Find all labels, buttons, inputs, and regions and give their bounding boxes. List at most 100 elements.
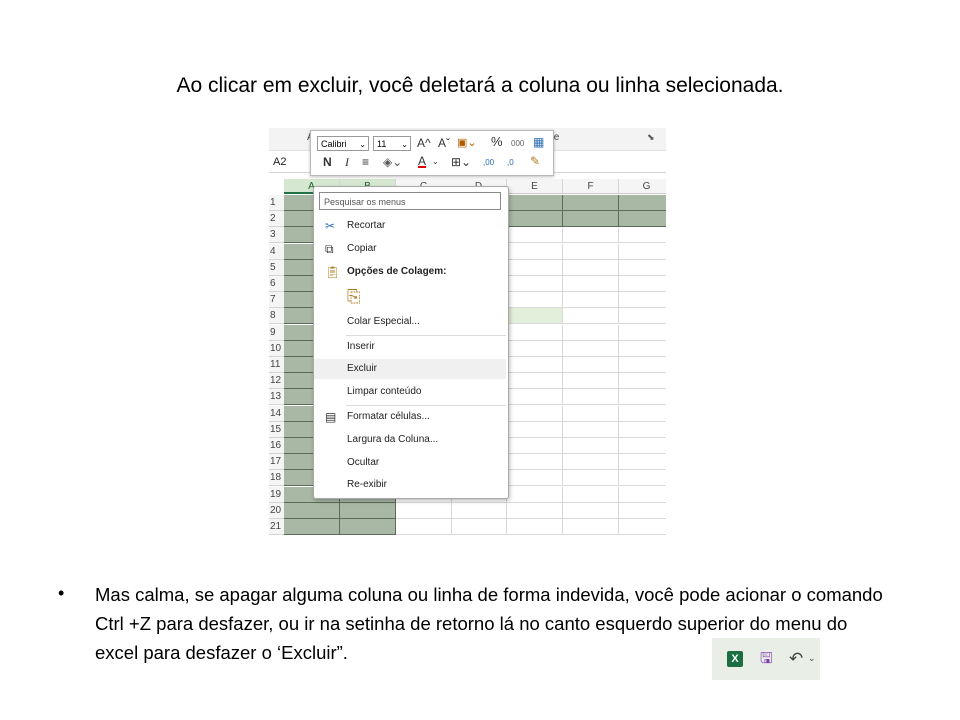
cell[interactable] bbox=[563, 276, 619, 292]
cell[interactable] bbox=[619, 244, 666, 260]
column-header-e[interactable]: E bbox=[507, 179, 563, 194]
row-header[interactable]: 17 bbox=[269, 454, 284, 470]
format-table-icon[interactable]: ▦ bbox=[533, 135, 544, 149]
cell[interactable] bbox=[563, 373, 619, 389]
cell[interactable] bbox=[563, 503, 619, 519]
cell[interactable] bbox=[619, 422, 666, 438]
cell[interactable] bbox=[507, 373, 563, 389]
column-header-g[interactable]: G bbox=[619, 179, 666, 194]
cell[interactable] bbox=[507, 406, 563, 422]
row-header[interactable]: 10 bbox=[269, 341, 284, 357]
row-header[interactable]: 8 bbox=[269, 308, 284, 324]
cell[interactable] bbox=[563, 308, 619, 324]
row-header[interactable]: 5 bbox=[269, 260, 284, 276]
cell[interactable] bbox=[396, 503, 452, 519]
column-header-f[interactable]: F bbox=[563, 179, 619, 194]
row-header[interactable]: 3 bbox=[269, 227, 284, 243]
cell[interactable] bbox=[563, 487, 619, 503]
shrink-font-icon[interactable]: Aˇ bbox=[438, 136, 450, 150]
cell[interactable] bbox=[619, 292, 666, 308]
row-header[interactable]: 1 bbox=[269, 195, 284, 211]
cell[interactable] bbox=[507, 454, 563, 470]
menu-item-formatar-celulas[interactable]: ▤ Formatar células... bbox=[314, 407, 506, 427]
cell[interactable] bbox=[619, 357, 666, 373]
cell[interactable] bbox=[563, 244, 619, 260]
menu-item-copiar[interactable]: ⧉ Copiar bbox=[314, 239, 506, 259]
row-header[interactable]: 21 bbox=[269, 519, 284, 535]
cell[interactable] bbox=[507, 422, 563, 438]
row-header[interactable]: 16 bbox=[269, 438, 284, 454]
cell[interactable] bbox=[507, 244, 563, 260]
menu-item-limpar-conteudo[interactable]: Limpar conteúdo bbox=[314, 382, 506, 402]
borders-icon[interactable]: ⊞⌄ bbox=[451, 155, 471, 169]
row-header[interactable]: 14 bbox=[269, 406, 284, 422]
save-icon[interactable]: 🖫︎ bbox=[760, 651, 776, 667]
dialog-launcher-icon[interactable]: ⬊ bbox=[647, 132, 655, 143]
cell[interactable] bbox=[563, 438, 619, 454]
cell[interactable] bbox=[619, 389, 666, 405]
row-header[interactable]: 6 bbox=[269, 276, 284, 292]
cell[interactable] bbox=[619, 341, 666, 357]
cell[interactable] bbox=[507, 487, 563, 503]
italic-icon[interactable]: I bbox=[345, 155, 349, 169]
cell[interactable] bbox=[619, 276, 666, 292]
decrease-decimal-icon[interactable]: ,0 bbox=[507, 156, 514, 170]
cell[interactable] bbox=[563, 325, 619, 341]
cell[interactable] bbox=[619, 227, 666, 243]
cell[interactable] bbox=[563, 454, 619, 470]
cell[interactable] bbox=[507, 308, 563, 324]
cell[interactable] bbox=[563, 211, 619, 227]
cell[interactable] bbox=[563, 389, 619, 405]
menu-item-excluir[interactable]: Excluir bbox=[314, 359, 506, 379]
menu-item-re-exibir[interactable]: Re-exibir bbox=[314, 475, 506, 495]
cell[interactable] bbox=[619, 373, 666, 389]
grow-font-icon[interactable]: A^ bbox=[417, 136, 431, 150]
cell[interactable] bbox=[507, 438, 563, 454]
cell[interactable] bbox=[619, 487, 666, 503]
chevron-down-icon[interactable]: ⌄ bbox=[432, 155, 439, 169]
cell[interactable] bbox=[619, 406, 666, 422]
cell[interactable] bbox=[563, 260, 619, 276]
row-header[interactable]: 7 bbox=[269, 292, 284, 308]
cell[interactable] bbox=[619, 454, 666, 470]
menu-item-colar-especial[interactable]: Colar Especial... bbox=[314, 312, 506, 332]
cell[interactable] bbox=[563, 470, 619, 486]
cell[interactable] bbox=[507, 470, 563, 486]
cell[interactable] bbox=[507, 195, 563, 211]
font-size-select[interactable]: 11 ⌄ bbox=[373, 136, 411, 151]
row-header[interactable]: 19 bbox=[269, 487, 284, 503]
row-header[interactable]: 20 bbox=[269, 503, 284, 519]
row-header[interactable]: 15 bbox=[269, 422, 284, 438]
row-header[interactable]: 4 bbox=[269, 244, 284, 260]
cell[interactable] bbox=[563, 195, 619, 211]
cell[interactable] bbox=[619, 308, 666, 324]
format-painter-icon[interactable]: ✎ bbox=[530, 154, 540, 168]
align-center-icon[interactable]: ≡ bbox=[362, 155, 369, 169]
cell[interactable] bbox=[507, 227, 563, 243]
cell[interactable] bbox=[507, 503, 563, 519]
cell[interactable] bbox=[619, 470, 666, 486]
cell[interactable] bbox=[507, 211, 563, 227]
row-header[interactable]: 9 bbox=[269, 325, 284, 341]
row-header[interactable]: 12 bbox=[269, 373, 284, 389]
cell[interactable] bbox=[619, 503, 666, 519]
cell[interactable] bbox=[507, 276, 563, 292]
cell[interactable] bbox=[284, 503, 340, 519]
menu-item-inserir[interactable]: Inserir bbox=[314, 337, 506, 357]
cell[interactable] bbox=[507, 519, 563, 535]
cell[interactable] bbox=[619, 211, 666, 227]
cell[interactable] bbox=[507, 292, 563, 308]
font-color-icon[interactable]: A bbox=[418, 154, 426, 168]
number-format-icon[interactable]: ▣⌄ bbox=[457, 136, 477, 150]
menu-search-input[interactable]: Pesquisar os menus bbox=[319, 192, 501, 210]
cell[interactable] bbox=[507, 325, 563, 341]
cell[interactable] bbox=[507, 341, 563, 357]
cell[interactable] bbox=[507, 260, 563, 276]
chevron-down-icon[interactable]: ⌄ bbox=[808, 653, 816, 664]
cell[interactable] bbox=[284, 519, 340, 535]
cell[interactable] bbox=[563, 357, 619, 373]
cell[interactable] bbox=[507, 389, 563, 405]
cell[interactable] bbox=[451, 519, 507, 535]
cell[interactable] bbox=[563, 406, 619, 422]
thousands-icon[interactable]: 000 bbox=[511, 137, 524, 151]
